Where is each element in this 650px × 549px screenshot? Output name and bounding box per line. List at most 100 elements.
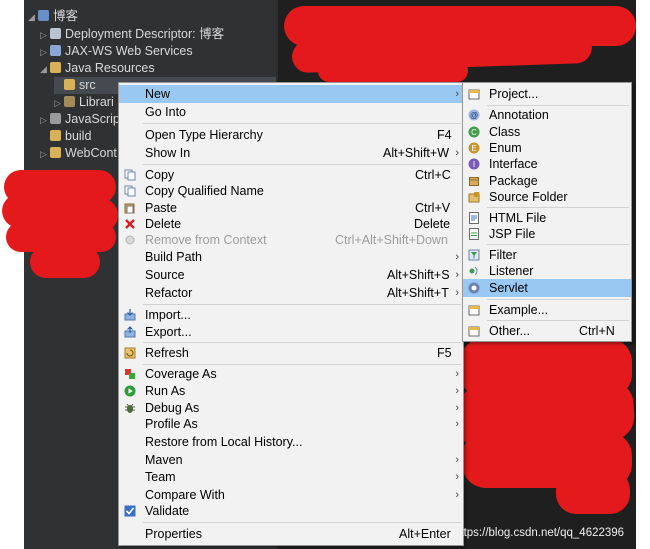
collapsed-arrow-icon[interactable]: ▷: [40, 146, 50, 163]
tree-item-javascript[interactable]: ▷ JavaScrip: [40, 111, 120, 128]
libraries-icon: [64, 96, 75, 107]
export-icon: [124, 326, 136, 338]
menu-item-validate[interactable]: Validate: [119, 502, 463, 520]
tree-item-webcontent[interactable]: ▷ WebCont: [40, 145, 117, 162]
paste-icon: [124, 203, 135, 214]
submenu-arrow-icon: ›: [455, 287, 459, 299]
debug-icon: [125, 403, 135, 413]
jsp-file-icon: [469, 228, 479, 240]
delete-icon: [125, 219, 135, 229]
tree-item-java-resources[interactable]: ◢ Java Resources: [40, 60, 155, 77]
collapsed-arrow-icon[interactable]: ▷: [40, 44, 50, 61]
remove-context-icon: [125, 235, 135, 245]
menu-item-refresh[interactable]: Refresh F5: [119, 344, 463, 362]
copy-icon: [124, 185, 136, 197]
submenu-arrow-icon: ›: [455, 269, 459, 281]
submenu-arrow-icon: ›: [455, 147, 459, 159]
tree-item-project[interactable]: ◢ 博客: [28, 8, 78, 25]
menu-item-team[interactable]: Team ›: [119, 468, 463, 486]
source-folder-icon: [468, 192, 480, 203]
submenu-item-other[interactable]: Other... Ctrl+N: [463, 322, 631, 340]
menu-separator: [143, 522, 461, 523]
package-icon: [469, 177, 479, 186]
menu-item-build-path[interactable]: Build Path ›: [119, 248, 463, 266]
web-services-icon: [50, 45, 61, 56]
collapsed-arrow-icon[interactable]: ▷: [40, 112, 50, 129]
source-folder-icon: [64, 79, 75, 90]
submenu-arrow-icon: ›: [455, 368, 459, 380]
menu-item-maven[interactable]: Maven ›: [119, 451, 463, 469]
javascript-resources-icon: [50, 113, 61, 124]
menu-item-refactor[interactable]: Refactor Alt+Shift+T ›: [119, 284, 463, 302]
html-file-icon: [469, 212, 479, 224]
tree-item-deployment-descriptor[interactable]: ▷ Deployment Descriptor: 博客: [40, 26, 224, 43]
menu-separator: [143, 164, 461, 165]
refresh-icon: [124, 347, 136, 359]
folder-icon: [50, 147, 61, 158]
submenu-item-listener[interactable]: Listener: [463, 262, 631, 280]
menu-item-coverage-as[interactable]: Coverage As ›: [119, 365, 463, 383]
class-icon: C: [468, 126, 480, 138]
svg-text:I: I: [473, 160, 475, 169]
watermark-text: https://blog.csdn.net/qq_4622396: [454, 527, 625, 539]
menu-separator: [487, 320, 629, 321]
submenu-item-example[interactable]: Example...: [463, 301, 631, 319]
submenu-arrow-icon: ›: [455, 471, 459, 483]
menu-item-source[interactable]: Source Alt+Shift+S ›: [119, 266, 463, 284]
folder-icon: [50, 130, 61, 141]
check-icon: [124, 505, 136, 517]
tree-item-build[interactable]: build: [40, 128, 91, 145]
menu-item-run-as[interactable]: Run As ›: [119, 382, 463, 400]
svg-text:@: @: [470, 111, 478, 120]
collapsed-arrow-icon[interactable]: ▷: [40, 27, 50, 44]
menu-item-restore-local-history[interactable]: Restore from Local History...: [119, 433, 463, 451]
deployment-descriptor-icon: [50, 28, 61, 39]
tree-item-jaxws[interactable]: ▷ JAX-WS Web Services: [40, 43, 193, 60]
menu-separator: [487, 244, 629, 245]
expanded-arrow-icon[interactable]: ◢: [28, 9, 38, 26]
listener-icon: [469, 266, 478, 276]
menu-item-export[interactable]: Export...: [119, 323, 463, 341]
submenu-item-project[interactable]: Project...: [463, 85, 631, 103]
other-icon: [468, 326, 480, 337]
submenu-item-source-folder[interactable]: Source Folder: [463, 188, 631, 206]
menu-item-go-into[interactable]: Go Into: [119, 103, 463, 121]
menu-separator: [487, 207, 629, 208]
expanded-arrow-icon[interactable]: ◢: [40, 61, 50, 78]
new-submenu: Project... @ Annotation C Class E Enum I…: [462, 82, 632, 342]
submenu-item-servlet[interactable]: Servlet: [463, 279, 631, 297]
submenu-arrow-icon: ›: [455, 385, 459, 397]
coverage-icon: [125, 369, 135, 379]
submenu-item-annotation[interactable]: @ Annotation: [463, 106, 631, 124]
import-icon: [124, 309, 136, 321]
collapsed-arrow-icon[interactable]: ▷: [54, 95, 64, 112]
menu-separator: [143, 342, 461, 343]
svg-text:E: E: [471, 144, 476, 153]
submenu-item-interface[interactable]: I Interface: [463, 155, 631, 173]
servlet-icon: [468, 282, 480, 294]
submenu-arrow-icon: ›: [455, 418, 459, 430]
menu-item-show-in[interactable]: Show In Alt+Shift+W ›: [119, 144, 463, 162]
run-icon: [124, 385, 136, 397]
menu-separator: [143, 304, 461, 305]
menu-item-properties[interactable]: Properties Alt+Enter: [119, 525, 463, 543]
redaction-mark: [30, 246, 100, 278]
interface-icon: I: [468, 158, 480, 170]
menu-item-new[interactable]: New ›: [119, 85, 463, 103]
menu-item-import[interactable]: Import...: [119, 306, 463, 324]
web-project-icon: [38, 10, 49, 21]
java-resources-icon: [50, 62, 61, 73]
menu-item-open-type-hierarchy[interactable]: Open Type Hierarchy F4: [119, 126, 463, 144]
redaction-mark: [556, 470, 630, 514]
submenu-arrow-icon: ›: [455, 454, 459, 466]
menu-item-profile-as[interactable]: Profile As ›: [119, 415, 463, 433]
annotation-icon: @: [468, 109, 480, 121]
menu-item-copy-qualified-name[interactable]: Copy Qualified Name: [119, 182, 463, 200]
example-icon: [468, 305, 480, 316]
menu-separator: [143, 123, 461, 124]
menu-item-remove-from-context[interactable]: Remove from Context Ctrl+Alt+Shift+Down: [119, 231, 463, 249]
tree-item-libraries[interactable]: ▷ Librari: [54, 94, 114, 111]
submenu-item-jsp-file[interactable]: JSP File: [463, 225, 631, 243]
context-menu: New › Go Into Open Type Hierarchy F4 Show …: [118, 82, 464, 546]
copy-icon: [124, 169, 136, 181]
